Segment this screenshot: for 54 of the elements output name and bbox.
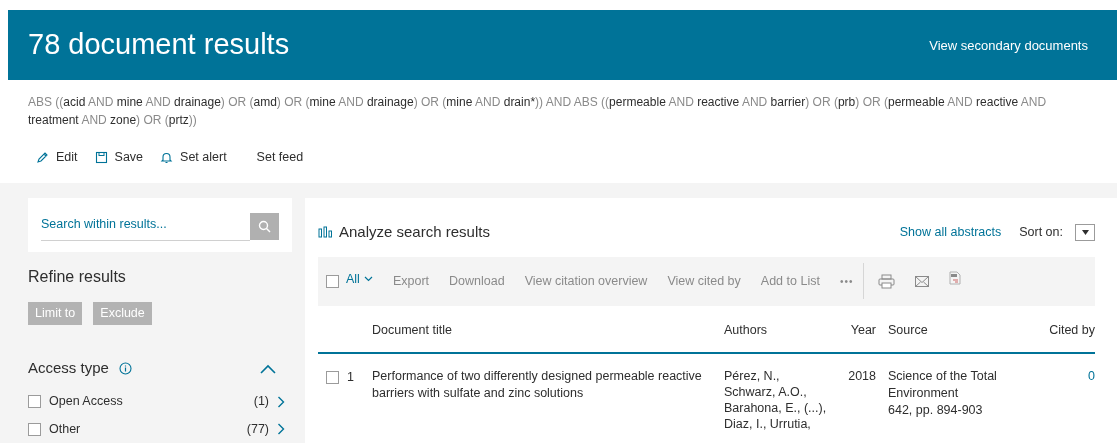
author-link[interactable]: Barahona, E., (...), — [724, 400, 827, 417]
pdf-document-icon[interactable] — [949, 271, 962, 285]
column-header[interactable]: Source — [882, 320, 1015, 340]
author-link[interactable]: Diaz, I., Urrutia, — [724, 416, 811, 433]
facet-heading: Access type — [28, 358, 109, 379]
bar-chart-icon — [318, 226, 333, 239]
column-header[interactable]: Cited by — [1015, 320, 1095, 340]
pencil-icon — [36, 151, 49, 164]
source-line: 642, pp. 894-903 — [888, 402, 984, 420]
facet-option[interactable]: Open Access — [49, 392, 123, 411]
sort-dropdown[interactable] — [1075, 223, 1095, 241]
cited-by-count[interactable]: 0 — [1015, 368, 1095, 433]
source-line: Science of the Total — [888, 368, 998, 386]
checkbox[interactable] — [28, 395, 41, 409]
alert-button[interactable]: Set alert — [160, 148, 227, 167]
search-field[interactable]: Search within results... — [41, 215, 250, 241]
facet-count: (77) — [246, 420, 269, 438]
search-button[interactable] — [250, 213, 279, 240]
edit-button[interactable]: Edit — [36, 148, 78, 167]
column-header[interactable]: Authors — [724, 320, 842, 340]
author-link[interactable]: Pérez, N., — [724, 368, 780, 385]
chevron-right-icon[interactable] — [277, 395, 285, 408]
save-button[interactable]: Save — [94, 148, 144, 167]
chevron-down-icon — [363, 276, 373, 282]
column-header[interactable]: Year — [842, 320, 882, 340]
document-title-link[interactable]: Performance of two differently designed permeable reactive barriers with sulfate and zinc solutions — [372, 368, 724, 433]
year-cell-text: 2018 — [847, 368, 877, 386]
collapse-icon[interactable] — [260, 363, 276, 374]
facet-count: (1) — [253, 393, 269, 411]
feed-button[interactable]: Set feed — [256, 148, 304, 167]
secondary-documents-link[interactable]: View secondary documents — [929, 34, 1097, 56]
refine-heading: Refine results — [28, 267, 127, 288]
row-number: 1 — [347, 369, 354, 387]
analyze-link[interactable]: Analyze search results — [339, 221, 490, 244]
checkbox[interactable] — [326, 274, 339, 288]
source-line: Environment — [888, 385, 960, 403]
printer-icon[interactable] — [878, 273, 896, 289]
checkbox[interactable] — [28, 422, 41, 436]
search-box[interactable]: Search within results... — [28, 198, 292, 253]
sort-label: Sort on: — [1019, 223, 1063, 241]
chevron-right-icon[interactable] — [277, 423, 285, 436]
checkbox[interactable] — [326, 371, 339, 385]
show-abstracts-link[interactable]: Show all abstracts — [899, 222, 1002, 242]
select-all-dropdown[interactable]: All — [346, 269, 373, 289]
column-header[interactable]: Document title — [372, 320, 724, 340]
bell-icon — [160, 151, 174, 164]
facet-option[interactable]: Other — [49, 419, 81, 439]
envelope-icon[interactable] — [915, 275, 930, 287]
search-query: ABS ((acid AND mine AND drainage) OR (amd) OR (mine AND drainage) OR (mine AND drain*)) AND ABS ((permeable AND reactive AND barrier) OR (prb) OR (permeable AND reactive AND treatment AND zone) OR (prtz)) — [27, 94, 1048, 129]
search-icon — [258, 220, 271, 233]
caret-icon — [1081, 229, 1089, 235]
page-title: 78 document results — [28, 27, 290, 63]
author-link[interactable]: Schwarz, A.O., — [724, 384, 807, 401]
info-icon[interactable] — [118, 362, 132, 376]
